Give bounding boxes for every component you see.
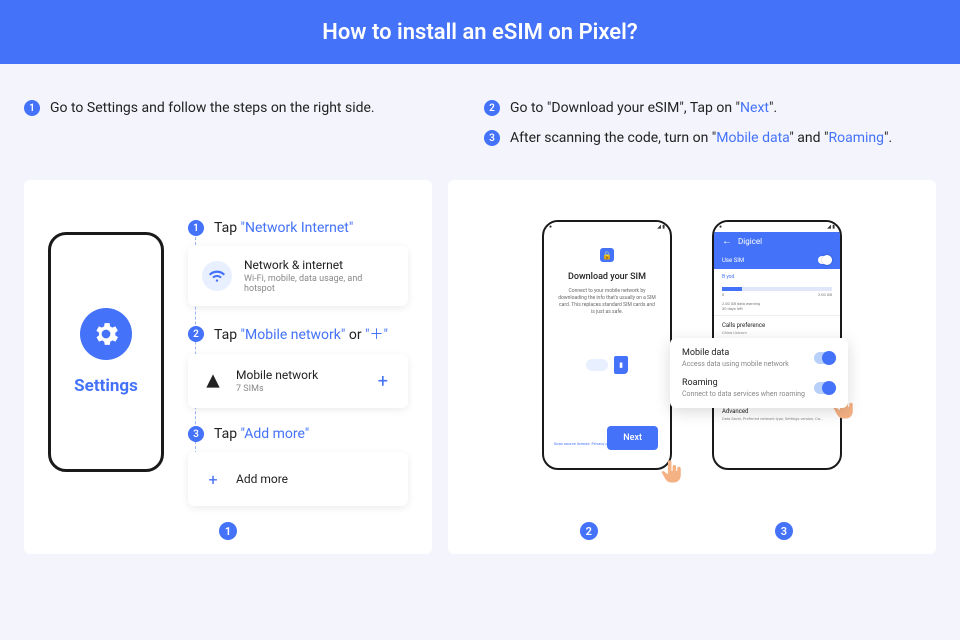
instruction-1: 1 Go to Settings and follow the steps on… bbox=[24, 100, 444, 116]
step-3: 3 Tap "Add more" + Add more bbox=[188, 426, 408, 506]
instructions: 1 Go to Settings and follow the steps on… bbox=[0, 64, 960, 180]
card-sub: Wi-Fi, mobile, data usage, and hotspot bbox=[244, 274, 394, 294]
badge-2: 2 bbox=[484, 100, 500, 116]
step-badge-3: 3 bbox=[188, 426, 204, 442]
panel-steps-2-3: ●◢ ▮ 🔒 Download your SIM Connect to your… bbox=[448, 180, 936, 554]
instruction-1-text: Go to Settings and follow the steps on t… bbox=[50, 100, 375, 116]
download-sim-desc: Connect to your mobile network by downlo… bbox=[554, 288, 660, 316]
instruction-2: 2 Go to "Download your eSIM", Tap on "Ne… bbox=[484, 100, 936, 116]
step-1-head: 1 Tap "Network Internet" bbox=[188, 220, 408, 236]
mobile-data-toggle-row[interactable]: Mobile data Access data using mobile net… bbox=[682, 348, 836, 368]
card-title: Mobile network bbox=[236, 368, 360, 382]
carrier-appbar: ← Digicel bbox=[714, 232, 840, 251]
pointer-hand-icon bbox=[658, 456, 686, 488]
phone-2-wrap: ●◢ ▮ 🔒 Download your SIM Connect to your… bbox=[542, 220, 672, 470]
carrier-name: Digicel bbox=[738, 237, 762, 246]
instruction-3-text: After scanning the code, turn on "Mobile… bbox=[510, 130, 892, 146]
badge-1: 1 bbox=[24, 100, 40, 116]
byod-label: B yod bbox=[714, 269, 840, 285]
mobile-network-card[interactable]: Mobile network 7 SIMs + bbox=[188, 354, 408, 408]
overlay-toggles: Mobile data Access data using mobile net… bbox=[670, 338, 848, 408]
step-1: 1 Tap "Network Internet" Network & inter… bbox=[188, 220, 408, 306]
statusbar: ●◢ ▮ bbox=[714, 222, 840, 232]
mobile-data-sub: Access data using mobile network bbox=[682, 360, 789, 368]
panels: Settings 1 Tap "Network Internet" Networ… bbox=[0, 180, 960, 554]
roaming-toggle-row[interactable]: Roaming Connect to data services when ro… bbox=[682, 378, 836, 398]
use-sim-row[interactable]: Use SIM bbox=[714, 251, 840, 269]
instructions-left: 1 Go to Settings and follow the steps on… bbox=[24, 100, 444, 160]
card-sub: 7 SIMs bbox=[236, 384, 360, 394]
settings-label: Settings bbox=[74, 376, 138, 396]
download-sim-title: Download your SIM bbox=[554, 272, 660, 282]
step-badge-1: 1 bbox=[188, 220, 204, 236]
gear-icon bbox=[80, 308, 132, 360]
header: How to install an eSIM on Pixel? bbox=[0, 0, 960, 64]
card-title: Add more bbox=[236, 472, 394, 486]
network-internet-card[interactable]: Network & internet Wi-Fi, mobile, data u… bbox=[188, 246, 408, 306]
lock-icon: 🔒 bbox=[600, 248, 614, 262]
step-2-head: 2 Tap "Mobile network" or "＋" bbox=[188, 324, 408, 344]
instruction-2-text: Go to "Download your eSIM", Tap on "Next… bbox=[510, 100, 777, 116]
panel-badge-3: 3 bbox=[775, 522, 793, 540]
panel-step-1: Settings 1 Tap "Network Internet" Networ… bbox=[24, 180, 432, 554]
phone-download-sim: ●◢ ▮ 🔒 Download your SIM Connect to your… bbox=[542, 220, 672, 470]
next-button[interactable]: Next bbox=[607, 426, 658, 450]
page-title: How to install an eSIM on Pixel? bbox=[322, 20, 637, 45]
roaming-sub: Connect to data services when roaming bbox=[682, 390, 805, 398]
badge-3: 3 bbox=[484, 130, 500, 146]
roaming-switch[interactable] bbox=[814, 382, 836, 394]
roaming-highlight: Roaming bbox=[828, 130, 884, 146]
steps-column: 1 Tap "Network Internet" Network & inter… bbox=[188, 220, 408, 524]
panel-badge-1: 1 bbox=[219, 522, 237, 540]
cloud-illustration: ▮ bbox=[554, 356, 660, 374]
add-more-card[interactable]: + Add more bbox=[188, 452, 408, 506]
statusbar: ●◢ ▮ bbox=[544, 222, 670, 232]
step-2: 2 Tap "Mobile network" or "＋" Mobile net… bbox=[188, 324, 408, 408]
step-badge-2: 2 bbox=[188, 326, 204, 342]
plus-icon: + bbox=[202, 464, 224, 494]
settings-phone: Settings bbox=[48, 232, 164, 472]
back-arrow-icon[interactable]: ← bbox=[722, 236, 732, 247]
mobile-data-highlight: Mobile data bbox=[716, 130, 789, 146]
signal-icon bbox=[202, 366, 224, 396]
cloud-icon bbox=[586, 359, 608, 371]
step-3-head: 3 Tap "Add more" bbox=[188, 426, 408, 442]
card-title: Network & internet bbox=[244, 258, 394, 272]
next-highlight: Next bbox=[740, 100, 769, 116]
wifi-icon bbox=[202, 261, 232, 291]
use-sim-toggle[interactable] bbox=[818, 256, 832, 264]
roaming-label: Roaming bbox=[682, 378, 805, 388]
data-usage-bar bbox=[722, 287, 832, 291]
phone-3-wrap: ●◢ ▮ ← Digicel Use SIM B yod 02.00 GB 2.… bbox=[712, 220, 842, 470]
instruction-3: 3 After scanning the code, turn on "Mobi… bbox=[484, 130, 936, 146]
mobile-data-label: Mobile data bbox=[682, 348, 789, 358]
panel-badge-2: 2 bbox=[580, 522, 598, 540]
mobile-data-switch[interactable] bbox=[814, 352, 836, 364]
instructions-right: 2 Go to "Download your eSIM", Tap on "Ne… bbox=[484, 100, 936, 160]
sim-icon: ▮ bbox=[614, 356, 628, 374]
plus-icon[interactable]: + bbox=[372, 371, 394, 392]
